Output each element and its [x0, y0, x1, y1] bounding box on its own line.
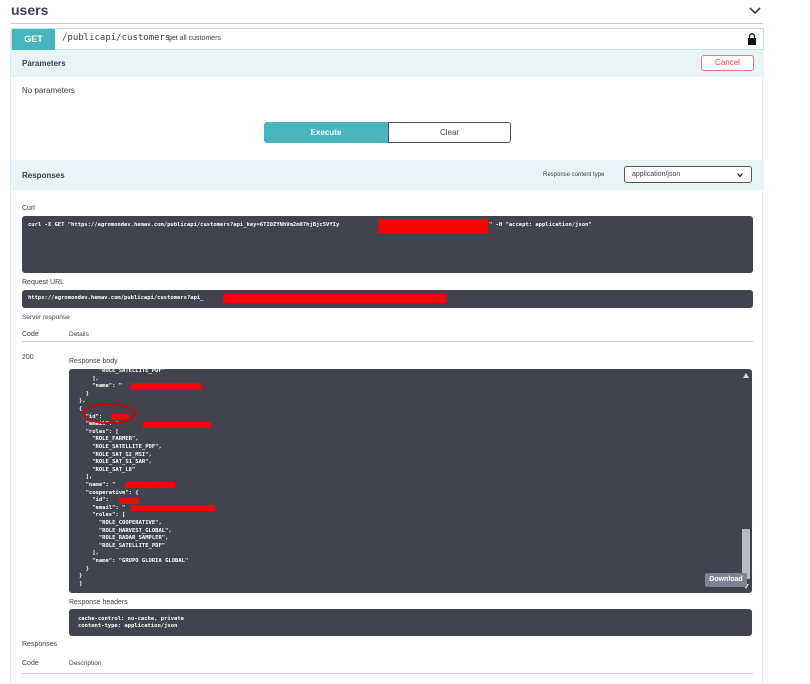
execute-button[interactable]: Execute: [264, 122, 388, 143]
request-url-text: https://agromondev.hemav.com/publicapi/c…: [28, 295, 204, 301]
response-headers-label: Response headers: [69, 599, 128, 606]
response-headers-box[interactable]: cache-control: no-cache, private content…: [69, 609, 752, 636]
chevron-down-icon[interactable]: [747, 2, 763, 18]
response-body-line: "roles": [: [79, 428, 119, 435]
response-body-line: }: [79, 565, 89, 572]
response-body-line: }: [79, 573, 83, 580]
redaction-bar: [131, 505, 215, 511]
response-body-line: "ROLE_SAT_L8": [79, 466, 136, 473]
response-body-line: ],: [79, 550, 99, 557]
lock-icon[interactable]: [747, 33, 757, 45]
curl-command-box[interactable]: curl -X GET "https://agromondev.hemav.co…: [22, 216, 753, 273]
operation-description: get all customers: [168, 35, 221, 42]
section-title: users: [11, 2, 49, 18]
scroll-up-arrow[interactable]: [743, 373, 749, 378]
curl-command-text-end: " -H "accept: application/json": [489, 222, 592, 228]
response-body-line: "roles": [: [79, 512, 126, 519]
response-body-line: "id":: [79, 497, 113, 504]
description-column-header: Description: [69, 660, 102, 667]
curl-label: Curl: [22, 205, 35, 212]
no-parameters-text: No parameters: [22, 86, 75, 95]
operation-path: /publicapi/customers: [62, 33, 171, 43]
response-body-line: ],: [79, 474, 93, 481]
response-body-line: "ROLE_COOPERATIVE",: [79, 520, 162, 526]
response-body-line: "ROLE_FARMER",: [79, 436, 139, 443]
documented-responses-table-header: Code Description: [22, 654, 753, 674]
request-url-box[interactable]: https://agromondev.hemav.com/publicapi/c…: [22, 290, 753, 308]
cancel-button[interactable]: Cancel: [701, 55, 754, 71]
response-body-line: "ROLE_SATELLITE_PDF": [79, 542, 166, 549]
response-body-line: },: [79, 398, 86, 405]
response-body-line: "cooperative": {: [79, 489, 139, 496]
response-body-line: }: [79, 390, 89, 397]
server-response-label: Server response: [22, 314, 70, 321]
response-body-line: "email": ": [79, 504, 126, 511]
chevron-down-icon: [737, 173, 743, 178]
curl-command-text: curl -X GET "https://agromondev.hemav.co…: [28, 222, 340, 228]
redaction-bar: [143, 422, 211, 428]
response-body-line: ],: [79, 375, 99, 382]
response-body-line: "ROLE_SATELLITE_PDF",: [79, 444, 162, 450]
response-body-line: "ROLE_SATELLITE_PDF": [79, 368, 166, 374]
response-header-line: content-type: application/json: [78, 623, 178, 629]
response-body-line: "name": ": [79, 482, 116, 488]
code-column-header: Code: [22, 331, 39, 338]
parameters-title: Parameters: [22, 59, 66, 68]
documented-responses-title: Responses: [22, 641, 58, 648]
code-column-header: Code: [22, 660, 39, 667]
redaction-bar: [125, 482, 175, 488]
details-column-header: Details: [69, 331, 89, 338]
redaction-bar: [119, 498, 139, 504]
response-content-type-value: application/json: [632, 171, 681, 178]
response-body-line: ]: [79, 580, 83, 587]
response-body-label: Response body: [69, 358, 118, 365]
redaction-bar: [131, 383, 201, 389]
response-body-line: "ROLE_HARVEST_GLOBAL",: [79, 527, 172, 534]
parameters-header: Parameters Cancel: [11, 50, 764, 77]
redaction-bar: [378, 219, 488, 233]
scrollbar-thumb[interactable]: [742, 529, 750, 579]
operation-summary[interactable]: GET /publicapi/customers get all custome…: [11, 28, 764, 50]
redaction-bar: [223, 294, 446, 303]
operation-block: GET /publicapi/customers get all custome…: [10, 28, 764, 684]
section-header[interactable]: users: [10, 0, 763, 24]
download-button[interactable]: Download: [705, 573, 747, 587]
http-method-badge: GET: [12, 29, 55, 50]
response-content-type-label: Response content type: [543, 172, 605, 178]
server-response-table-header: Code Details: [22, 326, 753, 342]
response-content-type-select[interactable]: application/json: [624, 166, 752, 183]
response-body-line: "ROLE_RADAR_SAMPLER",: [79, 535, 169, 542]
response-body-line: "ROLE_SAT_S2_MSI",: [79, 451, 152, 458]
response-body-line: "name": "GRUPO GLORIA GLOBAL": [79, 558, 189, 564]
response-body-line: "name": ": [79, 383, 123, 390]
response-body-line: "ROLE_SAT_S1_SAR",: [79, 459, 152, 466]
response-body-box[interactable]: "ROLE_SATELLITE_PDF" ], "name": " }},{ "…: [69, 368, 752, 593]
response-code: 200: [22, 354, 34, 361]
response-header-line: cache-control: no-cache, private: [78, 616, 184, 622]
clear-button[interactable]: Clear: [388, 122, 511, 143]
responses-header: Responses Response content type applicat…: [11, 160, 764, 190]
responses-title: Responses: [22, 171, 65, 180]
request-url-label: Request URL: [22, 279, 65, 286]
highlight-circle: [82, 403, 136, 424]
